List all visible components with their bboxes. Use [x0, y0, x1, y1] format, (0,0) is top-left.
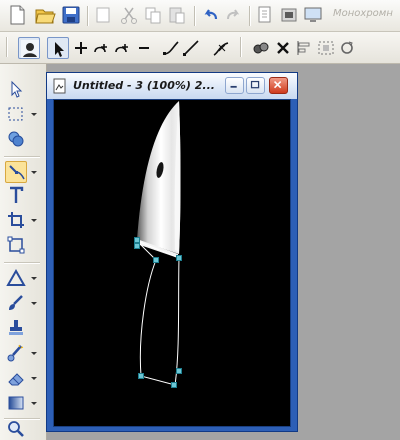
- text-tool-icon[interactable]: [5, 184, 27, 206]
- select-tool-icon[interactable]: [5, 78, 27, 100]
- retouch-tool-icon[interactable]: [5, 342, 27, 364]
- brush-tool-icon[interactable]: [5, 292, 27, 314]
- path-node: [176, 368, 182, 374]
- path-node: [176, 255, 182, 261]
- fill-tool-dropdown-icon[interactable]: [31, 402, 37, 405]
- eraser-tool-dropdown-icon[interactable]: [31, 377, 37, 380]
- paste-icon[interactable]: [166, 4, 188, 26]
- maximize-button[interactable]: [246, 77, 265, 94]
- marquee-tool-dropdown-icon[interactable]: [31, 113, 37, 116]
- document-title: Untitled - 3 (100%) 2...: [73, 79, 215, 92]
- undo-icon[interactable]: [199, 4, 221, 26]
- monitor-icon[interactable]: [302, 4, 324, 26]
- stamp-tool-icon[interactable]: [5, 317, 27, 339]
- toolbar-separator: [87, 6, 89, 26]
- triangle-tool-icon[interactable]: [5, 267, 27, 289]
- toolbox-separator: [4, 156, 40, 158]
- import-icon[interactable]: [254, 4, 276, 26]
- marquee-tool-icon[interactable]: [5, 103, 27, 125]
- eraser-tool-icon[interactable]: [5, 367, 27, 389]
- toolbar-grip: [6, 37, 8, 57]
- delete-node-icon[interactable]: [133, 37, 155, 59]
- fill-tool-icon[interactable]: [5, 392, 27, 414]
- node-edit-tool-icon[interactable]: [5, 161, 27, 183]
- toolbar-separator: [249, 6, 251, 26]
- delete-icon[interactable]: [272, 37, 294, 59]
- document-window[interactable]: Untitled - 3 (100%) 2...: [46, 72, 298, 432]
- retouch-tool-dropdown-icon[interactable]: [31, 352, 37, 355]
- new-file-icon[interactable]: [6, 4, 28, 26]
- main-toolbar: Монохромн: [0, 0, 400, 32]
- close-button[interactable]: [269, 77, 288, 94]
- color-mode-label: Монохромн: [333, 8, 393, 19]
- toolbar-separator: [194, 6, 196, 26]
- shape-mode-icon[interactable]: [18, 37, 40, 59]
- minimize-button[interactable]: [225, 77, 244, 94]
- image-canvas[interactable]: [53, 99, 291, 427]
- copy-icon[interactable]: [142, 4, 164, 26]
- path-node: [138, 373, 144, 379]
- deform-tool-icon[interactable]: [5, 234, 27, 256]
- line-segment-icon[interactable]: [180, 37, 202, 59]
- shape-tool-icon[interactable]: [5, 128, 27, 150]
- property-toolbar: [0, 32, 400, 64]
- knife-artwork: [134, 101, 182, 388]
- toolbox: [0, 64, 47, 440]
- align-left-icon[interactable]: [293, 37, 315, 59]
- link-icon[interactable]: [250, 37, 272, 59]
- path-node: [153, 257, 159, 263]
- path-node: [134, 237, 140, 243]
- redo-icon[interactable]: [223, 4, 245, 26]
- open-folder-icon[interactable]: [34, 4, 56, 26]
- brush-tool-dropdown-icon[interactable]: [31, 302, 37, 305]
- curve-segment-icon[interactable]: [160, 37, 182, 59]
- save-icon[interactable]: [60, 4, 82, 26]
- distribute-icon[interactable]: [315, 37, 337, 59]
- transform-icon[interactable]: [336, 37, 358, 59]
- break-node-icon[interactable]: [111, 37, 133, 59]
- triangle-tool-dropdown-icon[interactable]: [31, 277, 37, 280]
- node-edit-tool-dropdown-icon[interactable]: [31, 171, 37, 174]
- join-node-icon[interactable]: [89, 37, 111, 59]
- export-icon[interactable]: [278, 4, 300, 26]
- smooth-node-icon[interactable]: [210, 37, 232, 59]
- document-title-bar[interactable]: Untitled - 3 (100%) 2...: [47, 73, 297, 99]
- toolbox-separator: [4, 262, 40, 264]
- pointer-mode-icon[interactable]: [47, 37, 69, 59]
- toolbar-separator: [240, 37, 242, 57]
- zoom-tool-icon[interactable]: [5, 418, 27, 440]
- path-node: [171, 382, 177, 388]
- crop-tool-dropdown-icon[interactable]: [31, 219, 37, 222]
- cut-icon[interactable]: [118, 4, 140, 26]
- document-icon: [52, 78, 68, 94]
- page-icon[interactable]: [92, 4, 114, 26]
- crop-tool-icon[interactable]: [5, 209, 27, 231]
- path-node: [134, 243, 140, 249]
